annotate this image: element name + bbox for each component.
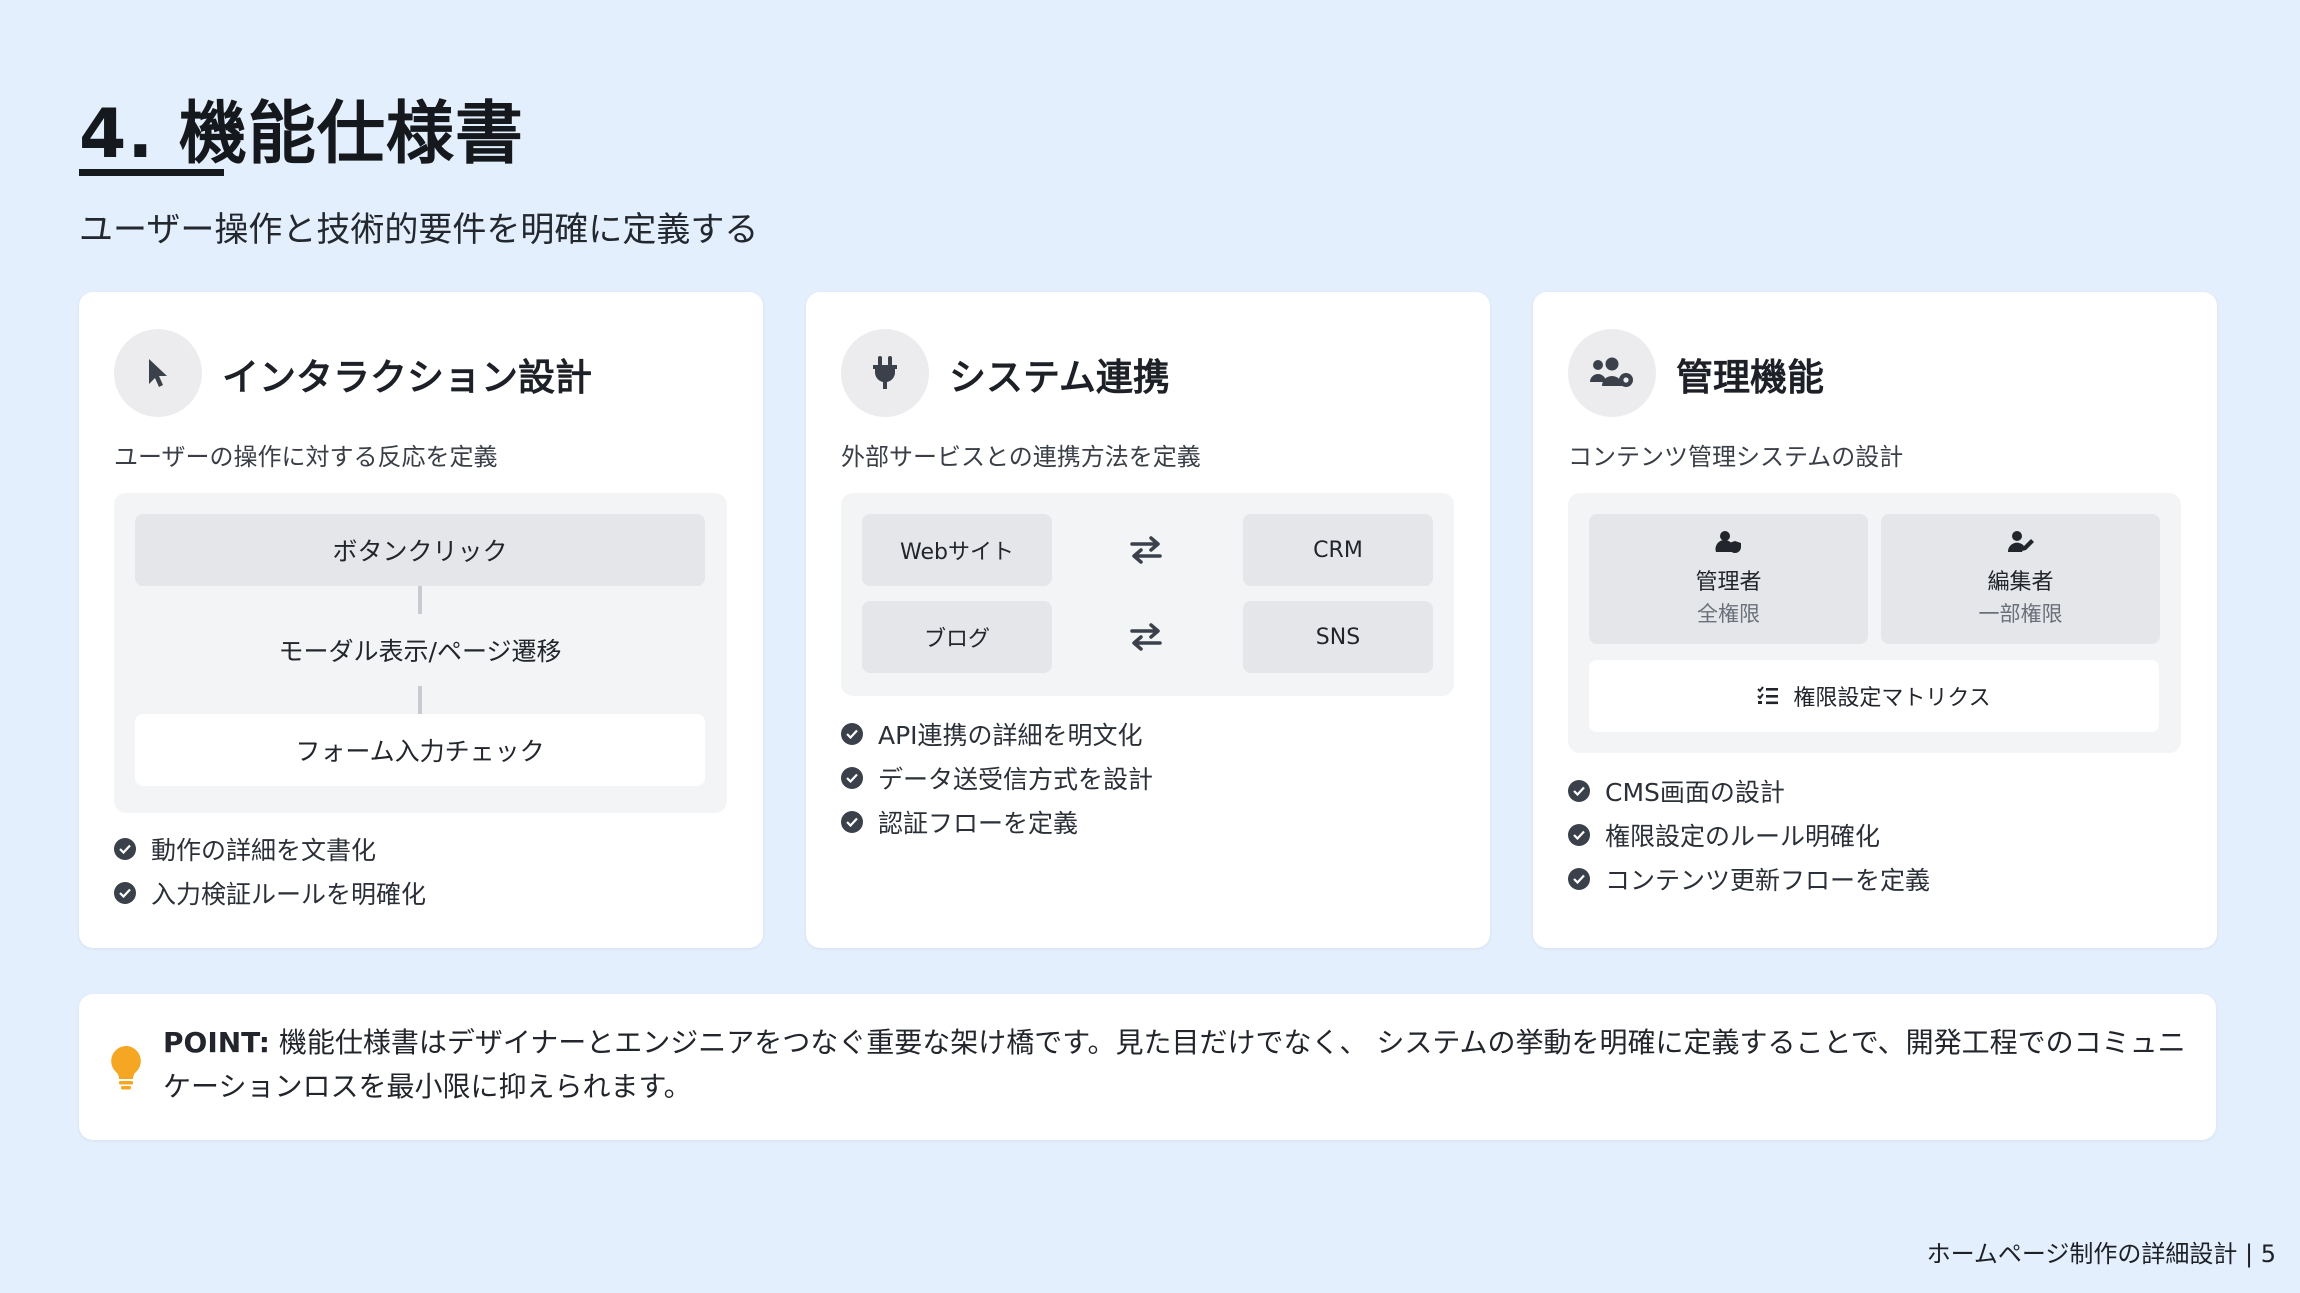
check-circle-icon [1568, 868, 1590, 890]
point-callout: POINT: 機能仕様書はデザイナーとエンジニアをつなぐ重要な架け橋です。見た目… [79, 994, 2216, 1140]
list-item: 入力検証ルールを明確化 [114, 871, 426, 915]
check-circle-icon [1568, 780, 1590, 802]
check-circle-icon [114, 882, 136, 904]
plug-icon [841, 329, 929, 417]
card-system-integration: システム連携 外部サービスとの連携方法を定義 Webサイト CRM ブログ SN… [806, 292, 1490, 948]
check-circle-icon [114, 838, 136, 860]
users-gear-icon [1568, 329, 1656, 417]
integration-diagram: Webサイト CRM ブログ SNS [841, 493, 1454, 696]
permission-diagram: 管理者 全権限 編集者 一部権限 権限設定マトリクス [1568, 493, 2181, 753]
point-body: 機能仕様書はデザイナーとエンジニアをつなぐ重要な架け橋です。見た目だけでなく、 … [163, 1026, 2186, 1103]
list-item: CMS画面の設計 [1568, 769, 1930, 813]
role-permission: 一部権限 [1978, 602, 2063, 626]
list-item-label: 動作の詳細を文書化 [151, 836, 377, 865]
list-item-label: API連携の詳細を明文化 [878, 721, 1143, 750]
check-circle-icon [1568, 824, 1590, 846]
flow-step: フォーム入力チェック [135, 714, 705, 786]
title-underline [79, 169, 224, 176]
source-system: ブログ [862, 601, 1052, 673]
flow-connector [418, 586, 422, 614]
list-item-label: CMS画面の設計 [1605, 778, 1785, 807]
page-subtitle: ユーザー操作と技術的要件を明確に定義する [79, 210, 759, 250]
source-system: Webサイト [862, 514, 1052, 586]
flow-step: モーダル表示/ページ遷移 [278, 637, 562, 666]
list-item: データ送受信方式を設計 [841, 756, 1153, 800]
point-label: POINT: [163, 1026, 270, 1059]
check-circle-icon [841, 723, 863, 745]
list-item: 動作の詳細を文書化 [114, 827, 426, 871]
card-description: 外部サービスとの連携方法を定義 [841, 443, 1201, 471]
list-item: API連携の詳細を明文化 [841, 712, 1153, 756]
bullet-list: 動作の詳細を文書化 入力検証ルールを明確化 [114, 827, 426, 915]
user-pen-icon [2007, 530, 2035, 558]
flow-connector [418, 686, 422, 714]
list-item-label: 認証フローを定義 [878, 809, 1079, 838]
list-item-label: 権限設定のルール明確化 [1605, 822, 1881, 851]
card-title: 管理機能 [1676, 356, 1824, 399]
list-item-label: データ送受信方式を設計 [878, 765, 1154, 794]
flow-diagram: ボタンクリック モーダル表示/ページ遷移 フォーム入力チェック [114, 493, 727, 813]
permission-matrix: 権限設定マトリクス [1589, 660, 2159, 732]
cursor-pointer-icon [114, 329, 202, 417]
footer-page-label: ホームページ制作の詳細設計 | 5 [1926, 1240, 2276, 1268]
flow-step: ボタンクリック [135, 514, 705, 586]
point-text: POINT: 機能仕様書はデザイナーとエンジニアをつなぐ重要な架け橋です。見た目… [163, 1021, 2193, 1109]
role-permission: 全権限 [1697, 602, 1760, 626]
card-description: ユーザーの操作に対する反応を定義 [114, 443, 498, 471]
card-description: コンテンツ管理システムの設計 [1568, 443, 1904, 471]
check-circle-icon [841, 767, 863, 789]
card-title: システム連携 [949, 356, 1170, 399]
check-circle-icon [841, 811, 863, 833]
target-system: SNS [1243, 601, 1433, 673]
bullet-list: CMS画面の設計 権限設定のルール明確化 コンテンツ更新フローを定義 [1568, 769, 1930, 901]
list-item-label: 入力検証ルールを明確化 [151, 880, 427, 909]
role-editor: 編集者 一部権限 [1881, 514, 2160, 644]
list-item: コンテンツ更新フローを定義 [1568, 857, 1930, 901]
list-item: 認証フローを定義 [841, 800, 1153, 844]
role-name: 管理者 [1695, 570, 1762, 595]
lightbulb-icon [109, 1044, 143, 1094]
matrix-label: 権限設定マトリクス [1793, 686, 1991, 711]
exchange-arrows-icon [1116, 514, 1176, 586]
role-name: 編集者 [1987, 570, 2054, 595]
exchange-arrows-icon [1116, 601, 1176, 673]
page-title: 4. 機能仕様書 [79, 95, 524, 174]
list-check-icon [1757, 686, 1779, 706]
card-admin-features: 管理機能 コンテンツ管理システムの設計 管理者 全権限 編集者 一部権限 権限設… [1533, 292, 2217, 948]
role-admin: 管理者 全権限 [1589, 514, 1868, 644]
user-shield-icon [1714, 530, 1743, 558]
list-item: 権限設定のルール明確化 [1568, 813, 1930, 857]
bullet-list: API連携の詳細を明文化 データ送受信方式を設計 認証フローを定義 [841, 712, 1153, 844]
card-interaction-design: インタラクション設計 ユーザーの操作に対する反応を定義 ボタンクリック モーダル… [79, 292, 763, 948]
list-item-label: コンテンツ更新フローを定義 [1605, 866, 1931, 895]
target-system: CRM [1243, 514, 1433, 586]
card-title: インタラクション設計 [222, 356, 592, 399]
